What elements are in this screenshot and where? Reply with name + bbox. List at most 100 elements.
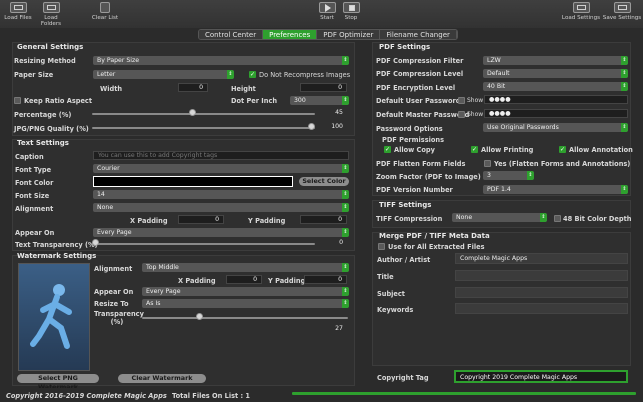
use-all-label: Use for All Extracted Files [388,243,485,251]
select-png-watermark-button[interactable]: Select PNG Watermark [17,374,99,391]
master-password-field[interactable]: ●●●● [484,109,628,118]
load-files-button[interactable]: Load Files [1,2,35,21]
paper-size-label: Paper Size [14,71,54,79]
allow-printing-checkbox[interactable]: ✓ [471,146,478,153]
folder-icon [42,2,60,13]
select-color-button[interactable]: Select Color [299,177,349,186]
stop-icon [342,2,360,13]
quality-slider-track[interactable] [92,127,315,129]
y-padding-field[interactable]: 0 [300,215,347,224]
tiff-compression-label: TIFF Compression [376,215,443,223]
tiff-settings-title: TIFF Settings [379,201,432,209]
allow-annotation-label: Allow Annotation [569,146,633,154]
wm-alignment-select[interactable]: Top Middle ⇕ [142,263,349,272]
play-icon [318,2,336,13]
pdf-version-select[interactable]: PDF 1.4 ⇕ [483,185,628,194]
chevron-updown-icon: ⇕ [342,203,349,212]
chevron-updown-icon: ⇕ [527,171,534,180]
y-padding-label: Y Padding [248,217,286,225]
font-size-select[interactable]: 14 ⇕ [93,190,349,199]
title-field[interactable] [455,270,628,281]
percentage-slider-track[interactable] [92,113,315,115]
quality-value: 100 [331,123,343,130]
keywords-field[interactable] [455,303,628,314]
color-depth-checkbox[interactable] [554,215,561,222]
load-folders-button[interactable]: Load Folders [34,2,68,27]
font-color-label: Font Color [15,179,54,187]
text-transparency-knob[interactable] [92,239,99,246]
author-field[interactable]: Complete Magic Apps [455,253,628,264]
x-padding-field[interactable]: 0 [178,215,224,224]
use-all-checkbox[interactable] [378,243,385,250]
pdf-compression-filter-select[interactable]: LZW ⇕ [483,56,628,65]
percentage-label: Percentage (%) [14,111,72,119]
font-type-label: Font Type [15,166,52,174]
pdf-compression-level-select[interactable]: Default ⇕ [483,69,628,78]
quality-slider-knob[interactable] [308,123,315,130]
load-settings-button[interactable]: Load Settings [561,2,601,21]
resizing-method-select[interactable]: By Paper Size ⇕ [93,56,349,65]
dpi-select[interactable]: 300 ⇕ [290,96,349,105]
text-transparency-track[interactable] [92,243,315,245]
wm-x-padding-field[interactable]: 0 [226,275,262,284]
keep-ratio-checkbox[interactable] [14,97,21,104]
wm-appear-on-select[interactable]: Every Page ⇕ [142,287,349,296]
tab-control-center[interactable]: Control Center [199,30,264,39]
chevron-updown-icon: ⇕ [540,213,547,222]
wm-resize-select[interactable]: As Is ⇕ [142,299,349,308]
pdf-permissions-label: PDF Permissions [382,136,445,144]
font-color-swatch[interactable] [93,176,293,187]
clear-watermark-button[interactable]: Clear Watermark [118,374,206,383]
subject-field[interactable] [455,287,628,298]
user-password-label: Default User Password [376,97,461,105]
allow-copy-label: Allow Copy [394,146,435,154]
wm-y-padding-field[interactable]: 0 [304,275,347,284]
chevron-updown-icon: ⇕ [342,96,349,105]
font-size-label: Font Size [15,192,50,200]
stop-button[interactable]: Stop [334,2,368,21]
show-user-password-checkbox[interactable] [458,97,465,104]
save-settings-button[interactable]: Save Settings [602,2,642,21]
chevron-updown-icon: ⇕ [621,69,628,78]
show-master-password-checkbox[interactable] [458,111,465,118]
font-type-select[interactable]: Courier ⇕ [93,164,349,173]
clear-list-button[interactable]: Clear List [88,2,122,21]
appear-on-select[interactable]: Every Page ⇕ [93,228,349,237]
height-field[interactable]: 0 [300,83,347,92]
width-field[interactable]: 0 [178,83,208,92]
watermark-settings-title: Watermark Settings [17,252,97,260]
chevron-updown-icon: ⇕ [621,185,628,194]
dpi-label: Dot Per Inch [231,97,278,105]
wm-transparency-knob[interactable] [195,313,203,320]
resizing-method-label: Resizing Method [14,57,76,65]
tab-filename-changer[interactable]: Filename Changer [380,30,457,39]
paper-size-select[interactable]: Letter ⇕ [93,70,234,79]
height-label: Height [231,85,256,93]
tab-preferences[interactable]: Preferences [263,30,318,39]
password-options-label: Password Options [376,125,443,133]
no-recompress-checkbox[interactable]: ✓ [249,71,256,78]
wm-alignment-label: Alignment [94,265,133,273]
chevron-updown-icon: ⇕ [342,228,349,237]
alignment-select[interactable]: None ⇕ [93,203,349,212]
password-options-select[interactable]: Use Original Passwords ⇕ [483,123,628,132]
flatten-checkbox[interactable] [484,160,491,167]
wm-transparency-track[interactable] [142,317,348,319]
author-label: Author / Artist [377,256,431,264]
zoom-factor-select[interactable]: 3 ⇕ [483,171,534,180]
caption-input[interactable]: You can use this to add Copyright tags [93,151,349,160]
caption-label: Caption [15,153,44,161]
copyright-tag-field[interactable]: Copyright 2019 Complete Magic Apps [454,370,628,383]
user-password-field[interactable]: ●●●● [484,95,628,104]
percentage-value: 45 [335,109,343,116]
tab-pdf-optimizer[interactable]: PDF Optimizer [317,30,381,39]
allow-annotation-checkbox[interactable]: ✓ [559,146,566,153]
allow-copy-checkbox[interactable]: ✓ [384,146,391,153]
pdf-encryption-level-select[interactable]: 40 Bit ⇕ [483,82,628,91]
tiff-compression-select[interactable]: None ⇕ [452,213,547,222]
watermark-preview[interactable] [18,263,90,371]
master-password-label: Default Master Password [376,111,470,119]
wm-appear-on-label: Appear On [94,288,134,296]
width-label: Width [100,85,123,93]
no-recompress-label: Do Not Recompress Images [259,71,351,79]
